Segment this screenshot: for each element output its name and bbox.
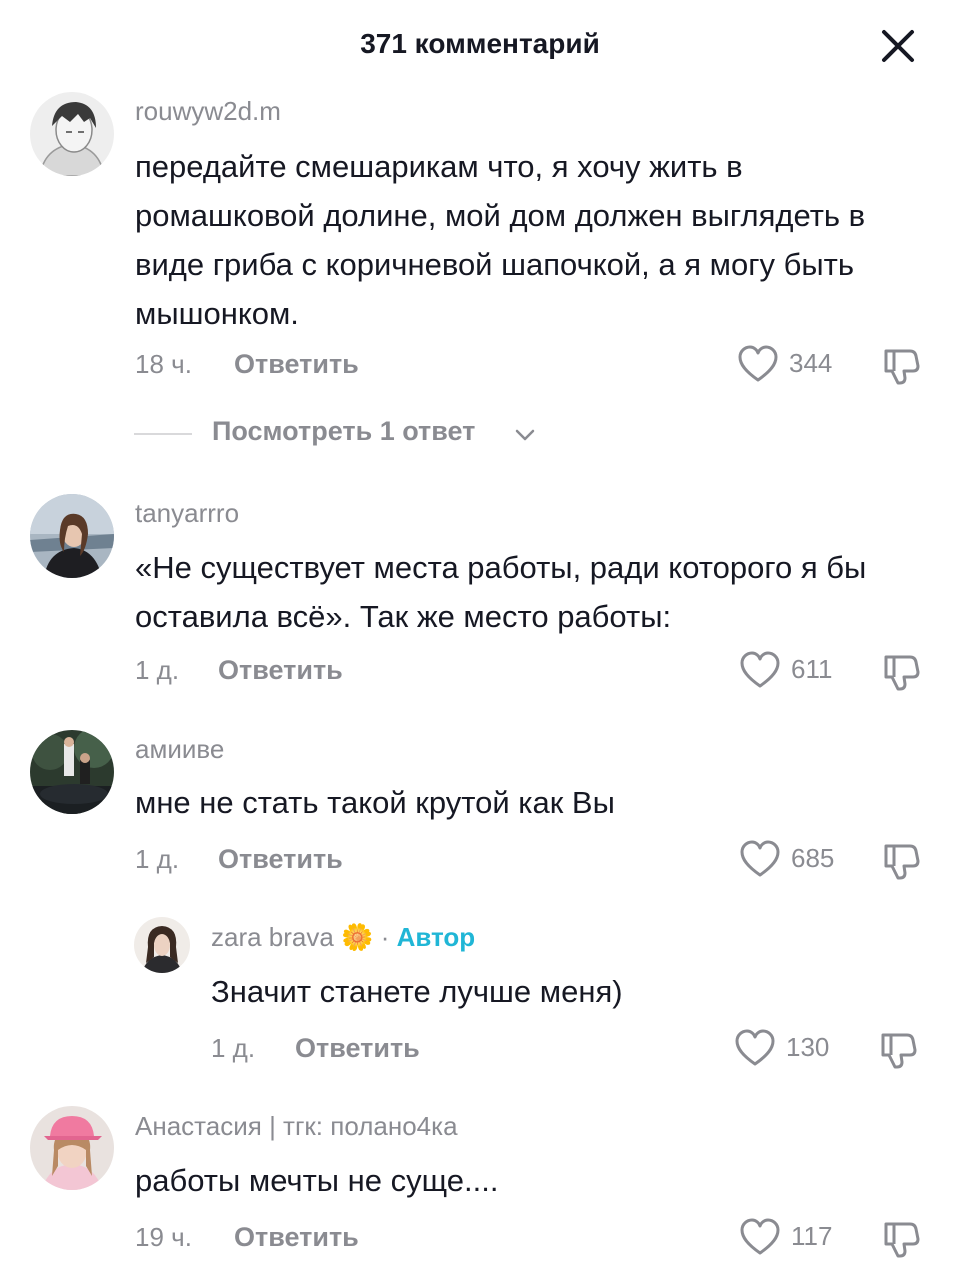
avatar[interactable]: [134, 917, 190, 973]
heart-icon: [740, 840, 780, 877]
chevron-down-icon: [515, 429, 535, 441]
heart-icon: [735, 1029, 775, 1066]
like-count: 685: [791, 843, 835, 873]
avatar[interactable]: [30, 730, 114, 814]
comment-time: 18 ч.: [135, 349, 192, 379]
comment-username[interactable]: амииве: [135, 734, 224, 765]
divider: [134, 433, 192, 435]
comment-time: 19 ч.: [135, 1222, 192, 1252]
comment-username[interactable]: tanyarrro: [135, 498, 239, 529]
reply-button[interactable]: Ответить: [218, 844, 343, 875]
thumbs-down-icon: [884, 1222, 920, 1258]
like-button[interactable]: 344: [737, 342, 857, 386]
comment-text: передайте смешарикам что, я хочу жить в …: [135, 149, 866, 331]
dislike-button[interactable]: [877, 1027, 921, 1071]
like-count: 130: [786, 1032, 830, 1062]
reply-button[interactable]: Ответить: [234, 1222, 359, 1253]
comment-username[interactable]: zara brava: [211, 922, 334, 952]
thumbs-down-icon: [884, 844, 920, 880]
comment-time: 1 д.: [211, 1033, 256, 1063]
author-badge: Автор: [396, 922, 476, 952]
reply-username-row: zara brava 🌼 · Автор: [211, 922, 475, 953]
dislike-button[interactable]: [880, 838, 924, 882]
heart-icon: [740, 651, 780, 688]
avatar[interactable]: [30, 494, 114, 578]
like-button[interactable]: 130: [734, 1026, 844, 1070]
avatar[interactable]: [30, 92, 114, 176]
reply-button[interactable]: Ответить: [218, 655, 343, 686]
heart-icon: [740, 1218, 780, 1255]
like-count: 611: [791, 654, 833, 684]
heart-icon: [738, 345, 778, 382]
thumbs-down-icon: [884, 349, 920, 385]
dislike-button[interactable]: [880, 343, 924, 387]
dislike-button[interactable]: [880, 649, 924, 693]
comments-count-title: 371 комментарий: [360, 28, 600, 59]
comment-time: 1 д.: [135, 844, 180, 874]
close-button[interactable]: [878, 26, 918, 66]
comments-header: 371 комментарий: [0, 0, 960, 90]
comment-username[interactable]: Анастасия | тгк: полано4ка: [135, 1111, 458, 1142]
like-count: 117: [791, 1221, 833, 1251]
comment-text: работы мечты не суще....: [135, 1163, 499, 1198]
separator: ·: [380, 922, 390, 952]
like-button[interactable]: 685: [739, 837, 849, 881]
dislike-button[interactable]: [880, 1216, 924, 1260]
flower-emoji: 🌼: [341, 922, 374, 952]
like-button[interactable]: 117: [739, 1215, 839, 1259]
reply-button[interactable]: Ответить: [234, 349, 359, 380]
thumbs-down-icon: [881, 1033, 917, 1069]
reply-button[interactable]: Ответить: [295, 1033, 420, 1064]
like-count: 344: [789, 348, 833, 378]
comment-username[interactable]: rouwyw2d.m: [135, 96, 281, 127]
comment-text: «Не существует места работы, ради которо…: [135, 550, 867, 634]
view-replies-label: Посмотреть 1 ответ: [212, 416, 476, 446]
avatar[interactable]: [30, 1106, 114, 1190]
like-button[interactable]: 611: [739, 648, 839, 692]
comment-text: мне не стать такой крутой как Вы: [135, 785, 615, 820]
thumbs-down-icon: [884, 655, 920, 691]
comment-text: Значит станете лучше меня): [211, 974, 623, 1009]
comment-time: 1 д.: [135, 655, 180, 685]
close-icon: [882, 30, 914, 62]
